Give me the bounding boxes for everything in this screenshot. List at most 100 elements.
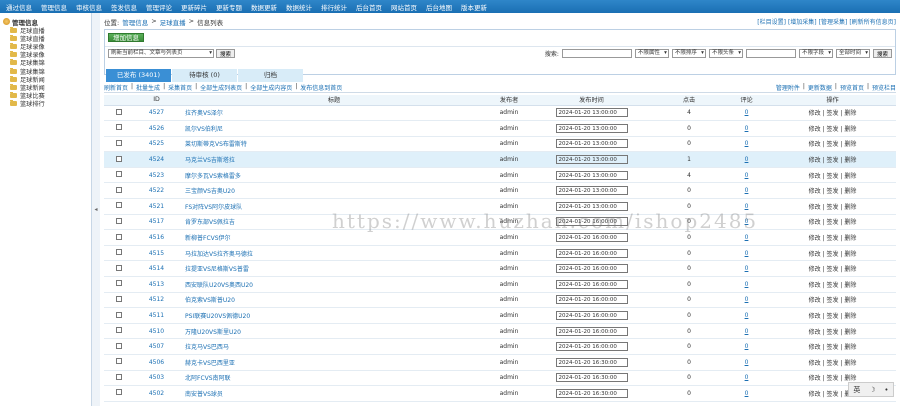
nav-item[interactable]: 后台首页 — [356, 2, 382, 12]
sidebar-item[interactable]: 足球直播 — [0, 26, 91, 35]
publish-time-field[interactable]: 2024-01-20 13:00:00 — [555, 139, 628, 149]
row-op-link[interactable]: 签发 — [826, 344, 838, 351]
publish-time-field[interactable]: 2024-01-20 16:30:00 — [555, 357, 628, 367]
nav-item[interactable]: 排行统计 — [321, 2, 347, 12]
comments-link[interactable]: 0 — [745, 359, 749, 366]
comments-link[interactable]: 0 — [745, 218, 749, 225]
comments-link[interactable]: 0 — [745, 187, 749, 194]
comments-link[interactable]: 0 — [745, 234, 749, 241]
sidebar-item[interactable]: 篮球比赛 — [0, 92, 91, 100]
publish-time-field[interactable]: 2024-01-20 16:00:00 — [555, 311, 628, 321]
row-checkbox[interactable] — [116, 358, 122, 365]
row-checkbox[interactable] — [116, 295, 122, 302]
row-op-link[interactable]: 删除 — [844, 157, 856, 164]
title-link[interactable]: 肯罗东部VS佩拉吉 — [185, 219, 235, 226]
row-op-link[interactable]: 签发 — [826, 157, 838, 164]
top-link[interactable]: [刷新所有信息页] — [849, 17, 896, 27]
row-op-link[interactable]: 签发 — [826, 188, 838, 195]
title-link[interactable]: 拉齐奥VS泽尔 — [185, 110, 223, 117]
input-method-bar[interactable]: 英 ☽ • — [848, 382, 894, 397]
operation-link[interactable]: 刷新首页 — [104, 83, 128, 92]
add-info-button[interactable]: 增加信息 — [108, 33, 144, 42]
operation-link[interactable]: 全部生成内容页 — [250, 83, 292, 92]
row-op-link[interactable]: 签发 — [826, 110, 838, 117]
row-op-link[interactable]: 签发 — [826, 391, 838, 398]
nav-item[interactable]: 版本更新 — [461, 2, 487, 12]
publish-time-field[interactable]: 2024-01-20 13:00:00 — [555, 170, 628, 180]
title-link[interactable]: 莱切斯蒂克VS布雷斯特 — [185, 141, 247, 148]
comments-link[interactable]: 0 — [745, 109, 749, 116]
row-checkbox[interactable] — [116, 171, 122, 178]
top-link[interactable]: [增加采集] — [788, 17, 817, 27]
row-op-link[interactable]: 签发 — [826, 141, 838, 148]
title-link[interactable]: 三宝颜VS吉奥U20 — [185, 188, 235, 195]
row-op-link[interactable]: 签发 — [826, 173, 838, 180]
row-checkbox[interactable] — [116, 202, 122, 209]
row-op-link[interactable]: 删除 — [844, 282, 856, 289]
publish-time-field[interactable]: 2024-01-20 13:00:00 — [555, 155, 628, 165]
row-op-link[interactable]: 删除 — [844, 235, 856, 242]
sidebar-collapse-toggle[interactable]: ◂ — [92, 13, 100, 406]
tab-archive[interactable]: 归档 — [238, 69, 303, 82]
row-op-link[interactable]: 修改 — [809, 141, 821, 148]
sidebar-item[interactable]: 足球录像 — [0, 42, 91, 51]
row-checkbox[interactable] — [116, 124, 122, 131]
row-op-link[interactable]: 删除 — [844, 297, 856, 304]
comments-link[interactable]: 0 — [745, 390, 749, 397]
row-op-link[interactable]: 删除 — [844, 313, 856, 320]
title-link[interactable]: 南安普VS球员 — [185, 391, 223, 398]
row-op-link[interactable]: 修改 — [809, 344, 821, 351]
breadcrumb-link-manage[interactable]: 管理信息 — [122, 17, 148, 27]
attribute-select[interactable]: 不限属性 — [634, 49, 669, 58]
operation-link[interactable]: 预览首页 — [840, 83, 864, 92]
publish-time-field[interactable]: 2024-01-20 16:00:00 — [555, 279, 628, 289]
comments-link[interactable]: 0 — [745, 343, 749, 350]
row-checkbox[interactable] — [116, 139, 122, 146]
row-op-link[interactable]: 签发 — [826, 375, 838, 382]
publish-time-field[interactable]: 2024-01-20 16:00:00 — [555, 264, 628, 274]
row-op-link[interactable]: 修改 — [809, 173, 821, 180]
publish-time-field[interactable]: 2024-01-20 13:00:00 — [555, 123, 628, 133]
tab-published[interactable]: 已发布 (3401) — [106, 69, 171, 82]
sidebar-item[interactable]: 足球集锦 — [0, 59, 91, 67]
sidebar-item[interactable]: 足球新闻 — [0, 75, 91, 84]
row-checkbox[interactable] — [116, 280, 122, 287]
row-op-link[interactable]: 删除 — [844, 110, 856, 117]
row-checkbox[interactable] — [116, 389, 122, 396]
top-link[interactable]: [栏目设置] — [757, 17, 786, 27]
row-op-link[interactable]: 修改 — [809, 375, 821, 382]
publish-time-field[interactable]: 2024-01-20 16:00:00 — [555, 326, 628, 336]
row-checkbox[interactable] — [116, 186, 122, 193]
row-op-link[interactable]: 修改 — [809, 391, 821, 398]
nav-item[interactable]: 更新专题 — [216, 2, 242, 12]
sidebar-item[interactable]: 篮球录像 — [0, 51, 91, 59]
moon-icon[interactable]: ☽ — [869, 386, 875, 394]
row-op-link[interactable]: 删除 — [844, 360, 856, 367]
publish-time-field[interactable]: 2024-01-20 16:00:00 — [555, 342, 628, 352]
row-op-link[interactable]: 签发 — [826, 219, 838, 226]
row-op-link[interactable]: 签发 — [826, 282, 838, 289]
row-op-link[interactable]: 签发 — [826, 360, 838, 367]
row-checkbox[interactable] — [116, 155, 122, 162]
publish-time-field[interactable]: 2024-01-20 13:00:00 — [555, 108, 628, 118]
nav-item[interactable]: 签发信息 — [111, 2, 137, 12]
operation-link[interactable]: 预览栏目 — [872, 83, 896, 92]
publish-time-field[interactable]: 2024-01-20 16:00:00 — [555, 295, 628, 305]
breadcrumb-link-category[interactable]: 足球直播 — [160, 17, 186, 27]
title-link[interactable]: 马拉加达VS拉齐奥马德拉 — [185, 251, 253, 258]
comments-link[interactable]: 0 — [745, 296, 749, 303]
row-op-link[interactable]: 删除 — [844, 329, 856, 336]
title-link[interactable]: FS对阵VS阿尔皮球队 — [185, 204, 242, 211]
row-op-link[interactable]: 签发 — [826, 313, 838, 320]
comments-link[interactable]: 0 — [745, 374, 749, 381]
title-link[interactable]: 北阿FCVS南阿联 — [185, 375, 231, 382]
operation-link[interactable]: 更新数据 — [808, 83, 832, 92]
row-op-link[interactable]: 修改 — [809, 313, 821, 320]
row-op-link[interactable]: 签发 — [826, 329, 838, 336]
second-keyword-input[interactable] — [745, 49, 796, 58]
operation-link[interactable]: 全部生成列表页 — [200, 83, 242, 92]
operation-link[interactable]: 管理附件 — [776, 83, 800, 92]
keyword-input[interactable] — [561, 49, 632, 58]
title-link[interactable]: 摩尔多瓦VS索格雷多 — [185, 173, 241, 180]
row-op-link[interactable]: 删除 — [844, 344, 856, 351]
